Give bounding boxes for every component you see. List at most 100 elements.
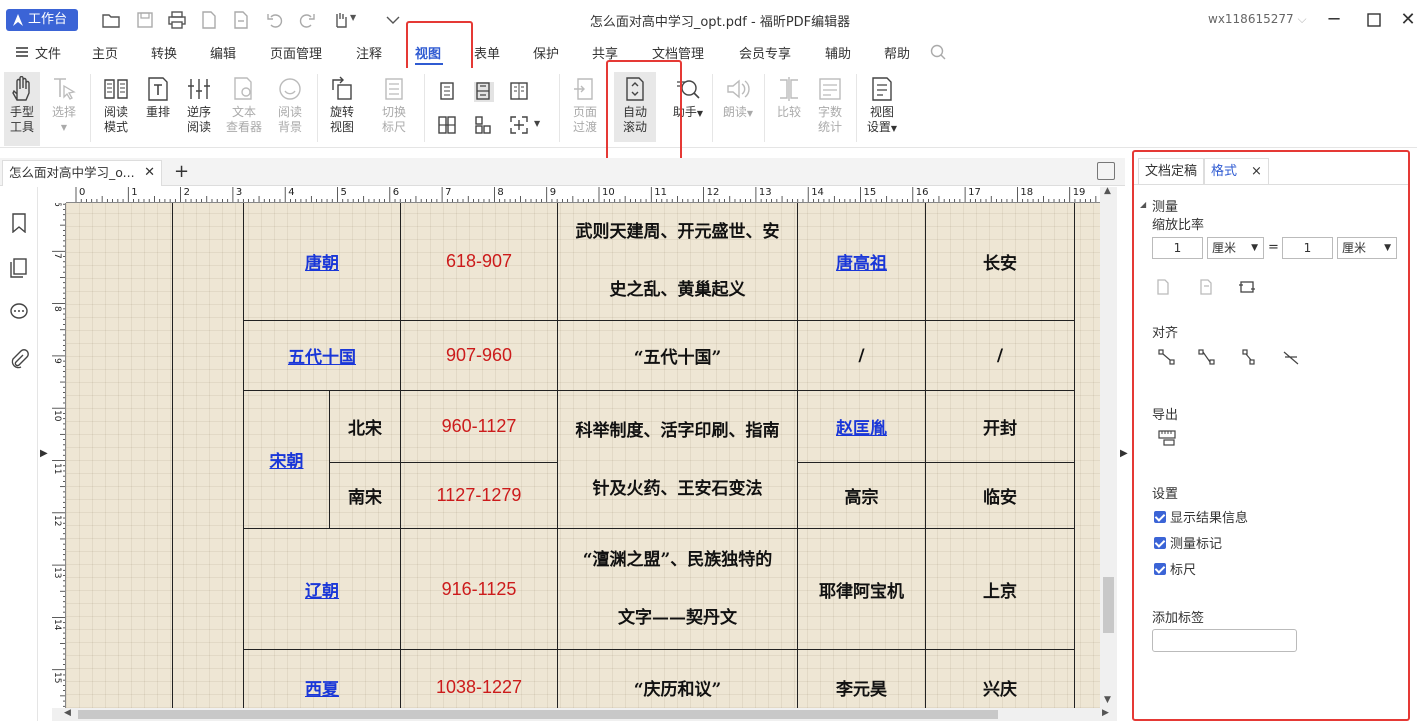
single-page-icon[interactable] [438,82,458,102]
export-doc-icon[interactable] [232,11,252,29]
undo-icon[interactable] [266,11,286,29]
scroll-left-icon[interactable]: ◀ [64,708,71,718]
show-result-checkbox[interactable]: 显示结果信息 [1154,507,1248,526]
rotate-view-button[interactable]: 旋转 视图 [322,76,362,135]
customize-toolbar-icon[interactable] [384,11,404,29]
user-account[interactable]: wx118615277 ⌵ [1208,12,1307,27]
read-mode-button[interactable]: 阅读 模式 [98,76,134,135]
select-button[interactable]: 选择 ▼ [46,76,82,135]
collapse-right-panel-icon[interactable]: ▶ [1120,448,1128,459]
close-window-button[interactable]: ✕ [1396,8,1417,32]
dynasty-song[interactable]: 宋朝 [243,390,329,528]
new-tab-button[interactable]: + [174,161,189,182]
years-xixia: 1038-1227 [400,649,557,708]
scroll-up-icon[interactable]: ▲ [1104,186,1111,196]
scroll-down-icon[interactable]: ▼ [1104,695,1111,705]
vertical-scrollbar[interactable]: ▲ ▼ [1100,186,1117,708]
toggle-ruler-button[interactable]: 切换 标尺 [376,76,412,135]
section-measure[interactable]: 测量 [1152,196,1178,215]
workbench-icon [13,14,23,26]
cover-page-icon[interactable] [474,116,494,136]
menu-home[interactable]: 主页 [92,43,118,62]
menu-help[interactable]: 帮助 [884,43,910,62]
view-settings-button[interactable]: 视图 设置▼ [862,76,902,136]
founder-north-song[interactable]: 赵匡胤 [797,390,925,462]
scale-left-input[interactable]: 1 [1152,237,1203,259]
reflow-button[interactable]: 重排 [140,76,176,120]
menu-convert[interactable]: 转换 [151,43,177,62]
ruler-checkbox[interactable]: 标尺 [1154,559,1196,578]
dynasty-xixia[interactable]: 西夏 [243,649,400,708]
continuous-facing-icon[interactable] [438,116,458,136]
minimize-button[interactable]: ─ [1322,8,1346,32]
open-folder-icon[interactable] [102,11,122,29]
scale-right-unit-select[interactable]: 厘米 ▼ [1337,237,1397,259]
menu-annotate[interactable]: 注释 [356,43,382,62]
scroll-right-icon[interactable]: ▶ [1102,708,1109,718]
tab-format[interactable]: 格式 × [1204,158,1269,184]
hand-tool-button[interactable]: 手型 工具 [4,72,40,146]
dynasty-wudai[interactable]: 五代十国 [243,320,400,390]
export-measure-icon[interactable] [1158,428,1178,448]
facing-page-icon[interactable] [510,82,530,102]
toggle-panel-icon[interactable] [1097,162,1115,180]
pages-icon[interactable] [9,258,29,278]
close-panel-tab-icon[interactable]: × [1251,164,1262,179]
tab-doc-finalize[interactable]: 文档定稿 [1138,158,1205,184]
expand-left-panel-icon[interactable]: ▶ [40,448,48,459]
workbench-label: 工作台 [28,12,68,27]
read-aloud-button[interactable]: 朗读▼ [720,76,756,121]
bookmark-icon[interactable] [9,213,29,234]
scale-right-input[interactable]: 1 [1282,237,1333,259]
horizontal-scrollbar[interactable]: ◀ ▶ [52,708,1117,721]
hand-dropdown-icon[interactable]: ▼ [332,11,360,29]
measure-distance-icon[interactable] [1154,278,1174,298]
menu-edit[interactable]: 编辑 [210,43,236,62]
align-intersection-icon[interactable] [1282,348,1302,368]
close-tab-icon[interactable]: ✕ [144,161,155,185]
search-icon[interactable] [930,44,946,60]
workbench-button[interactable]: 工作台 [6,9,78,31]
menu-member[interactable]: 会员专享 [739,43,791,62]
comments-icon[interactable] [9,302,29,322]
founder-tang[interactable]: 唐高祖 [797,203,925,320]
align-endpoint-icon[interactable] [1198,348,1218,368]
read-background-button[interactable]: 阅读 背景 [270,76,310,135]
dynasty-liao[interactable]: 辽朝 [243,528,400,649]
menu-protect[interactable]: 保护 [533,43,559,62]
save-icon[interactable] [136,11,156,29]
new-doc-icon[interactable] [200,11,220,29]
vertical-scroll-thumb[interactable] [1103,577,1114,633]
measure-mark-checkbox[interactable]: 测量标记 [1154,533,1222,552]
add-tag-input[interactable] [1152,629,1297,652]
text-viewer-button[interactable]: 文本 查看器 [222,76,266,135]
attachment-icon[interactable] [9,349,29,369]
dynasty-tang[interactable]: 唐朝 [243,203,400,320]
ruler-number: 12 [52,514,62,527]
split-view-icon[interactable]: ▼ [510,116,544,136]
ruler-number: 8 [52,305,62,312]
maximize-button[interactable] [1362,8,1386,32]
word-count-button[interactable]: 字数 统计 [812,76,848,135]
align-point-icon[interactable] [1158,348,1178,368]
scale-left-unit-select[interactable]: 厘米 ▼ [1207,237,1264,259]
print-icon[interactable] [168,11,188,29]
compare-button[interactable]: 比较 [772,76,806,120]
hamburger-icon[interactable] [16,47,28,57]
menu-page-manage[interactable]: 页面管理 [270,43,322,62]
align-midpoint-icon[interactable] [1240,348,1260,368]
menu-assist[interactable]: 辅助 [825,43,851,62]
menu-form[interactable]: 表单 [474,43,500,62]
ruler-number: 3 [235,187,243,198]
book-icon [104,79,128,99]
measure-area-icon[interactable] [1238,278,1258,298]
measure-perimeter-icon[interactable] [1198,278,1218,298]
highlight-auto-scroll [606,60,682,164]
horizontal-scroll-thumb[interactable] [78,710,998,719]
continuous-page-icon[interactable] [474,82,494,102]
page-transition-button[interactable]: 页面 过渡 [566,76,604,135]
redo-icon[interactable] [298,11,318,29]
reverse-read-button[interactable]: 逆序 阅读 [181,76,217,135]
document-tab[interactable]: 怎么面对高中学习_o... ✕ [2,160,162,186]
menu-file[interactable]: 文件 [35,43,61,62]
